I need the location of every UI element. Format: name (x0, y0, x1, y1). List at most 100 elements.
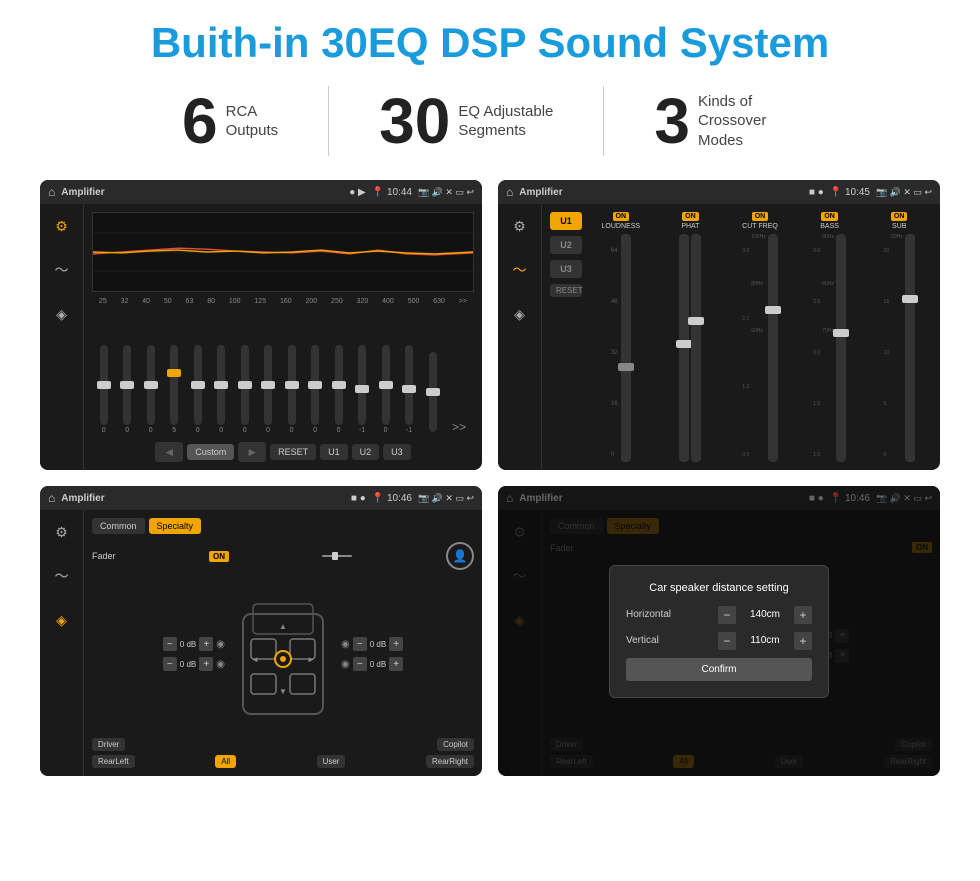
stat-number-crossover: 3 (654, 89, 690, 153)
svg-text:►: ► (307, 655, 315, 664)
topbar-title-dsp: Amplifier (519, 187, 562, 198)
dsp-presets[interactable]: U1 U2 U3 RESET (550, 212, 582, 462)
eq-next-btn[interactable]: ► (238, 442, 266, 462)
fader-driver-btn[interactable]: Driver (92, 738, 125, 751)
eq-custom-btn[interactable]: Custom (187, 444, 234, 460)
eq-reset-btn[interactable]: RESET (270, 444, 316, 460)
sidebar-speaker-icon: ◈ (48, 300, 76, 328)
screen-content-dsp: ⚙ 〜 ◈ U1 U2 U3 RESET (498, 204, 940, 470)
topbar-time-fader: 📍 10:46 (372, 493, 412, 504)
vol-plus-fl[interactable]: + (199, 637, 213, 651)
vol-value-rl: 0 dB (180, 660, 196, 669)
sidebar-fader-speaker: ◈ (48, 606, 76, 634)
dialog-vertical-row: Vertical − 110cm + (626, 632, 812, 650)
eq-slider-6: 0 (241, 345, 249, 434)
vol-control-fr[interactable]: ◉ − 0 dB + (341, 637, 403, 651)
fader-user-icon: 👤 (446, 542, 474, 570)
dsp-u2-btn[interactable]: U2 (550, 236, 582, 254)
eq-slider-10: 0 (335, 345, 343, 434)
vol-plus-rl[interactable]: + (199, 657, 213, 671)
eq-u2-btn[interactable]: U2 (352, 444, 380, 460)
page-title: Buith-in 30EQ DSP Sound System (40, 20, 940, 66)
dsp-main: U1 U2 U3 RESET ON LOUDNESS (542, 204, 940, 470)
dsp-name-phat: PHAT (681, 223, 699, 230)
fader-tab-specialty[interactable]: Specialty (149, 518, 202, 534)
dialog-horizontal-plus[interactable]: + (794, 606, 812, 624)
eq-slider-12: 0 (382, 345, 390, 434)
home-icon-dsp: ⌂ (506, 185, 513, 199)
dialog-vertical-minus[interactable]: − (718, 632, 736, 650)
fader-copilot-btn[interactable]: Copilot (437, 738, 474, 751)
screen-content-fader: ⚙ 〜 ◈ Common Specialty Fader ON (40, 510, 482, 776)
eq-bottom-bar[interactable]: ◄ Custom ► RESET U1 U2 U3 (92, 442, 474, 462)
dsp-scale-loudness: 644832160 (611, 234, 618, 462)
vol-minus-rr[interactable]: − (353, 657, 367, 671)
fader-bottom2[interactable]: RearLeft All User RearRight (92, 755, 474, 768)
sidebar-dsp: ⚙ 〜 ◈ (498, 204, 542, 470)
vol-control-rr[interactable]: ◉ − 0 dB + (341, 657, 403, 671)
topbar-icons-dsp: 📷 🔊 ✕ ▭ ↩ (876, 187, 932, 198)
speaker-controls-right[interactable]: ◉ − 0 dB + ◉ − 0 dB + (341, 637, 403, 671)
screen-content-eq: ⚙ 〜 ◈ (40, 204, 482, 470)
eq-main: 2532 4050 6380 100125 160200 250320 4005… (84, 204, 482, 470)
dsp-scale-cutfreq: 3.02.11.30.5 (742, 234, 749, 462)
home-icon: ⌂ (48, 185, 55, 199)
dialog-vertical-plus[interactable]: + (794, 632, 812, 650)
vol-minus-rl[interactable]: − (163, 657, 177, 671)
vol-value-fr: 0 dB (370, 640, 386, 649)
dialog-vertical-control[interactable]: − 110cm + (718, 632, 812, 650)
dialog-horizontal-row: Horizontal − 140cm + (626, 606, 812, 624)
eq-slider-8: 0 (288, 345, 296, 434)
eq-graph-svg (93, 213, 473, 291)
fader-user-btn[interactable]: User (317, 755, 346, 768)
fader-bottom[interactable]: Driver Copilot (92, 738, 474, 751)
screenshots-grid: ⌂ Amplifier ● ▶ 📍 10:44 📷 🔊 ✕ ▭ ↩ ⚙ 〜 ◈ (40, 180, 940, 776)
vol-value-fl: 0 dB (180, 640, 196, 649)
fader-rearright-btn[interactable]: RearRight (426, 755, 474, 768)
speaker-fr-icon: ◉ (341, 639, 350, 650)
stat-crossover: 3 Kinds ofCrossover Modes (604, 89, 848, 153)
eq-graph (92, 212, 474, 292)
vol-plus-fr[interactable]: + (389, 637, 403, 651)
eq-prev-btn[interactable]: ◄ (155, 442, 183, 462)
eq-u3-btn[interactable]: U3 (383, 444, 411, 460)
stat-rca: 6 RCAOutputs (132, 89, 328, 153)
dsp-slider-cutfreq (768, 234, 778, 462)
vol-minus-fr[interactable]: − (353, 637, 367, 651)
fader-main: Common Specialty Fader ON 👤 (84, 510, 482, 776)
dsp-slider-bass (836, 234, 846, 462)
home-icon-fader: ⌂ (48, 491, 55, 505)
dsp-reset-btn[interactable]: RESET (550, 284, 582, 297)
eq-freq-labels: 2532 4050 6380 100125 160200 250320 4005… (92, 298, 474, 305)
eq-slider-4: 0 (194, 345, 202, 434)
vol-control-fl[interactable]: − 0 dB + ◉ (163, 637, 225, 651)
fader-rearleft-btn[interactable]: RearLeft (92, 755, 135, 768)
sidebar-dsp-eq: ⚙ (506, 212, 534, 240)
dsp-on-bass: ON (821, 212, 838, 221)
dialog-confirm-btn[interactable]: Confirm (626, 658, 812, 681)
dsp-channel-loudness: ON LOUDNESS 644832160 (588, 212, 654, 462)
dsp-scale-sub: 20151050 (884, 234, 890, 462)
fader-all-btn[interactable]: All (215, 755, 236, 768)
stat-eq: 30 EQ AdjustableSegments (329, 89, 603, 153)
fader-tabs[interactable]: Common Specialty (92, 518, 474, 534)
dialog-horizontal-control[interactable]: − 140cm + (718, 606, 812, 624)
eq-slider-11: -1 (358, 345, 366, 434)
dsp-scale-bass-f: 3.02.52.01.51.0 (813, 234, 820, 462)
fader-tab-common[interactable]: Common (92, 518, 145, 534)
dsp-u3-btn[interactable]: U3 (550, 260, 582, 278)
vol-plus-rr[interactable]: + (389, 657, 403, 671)
vol-control-rl[interactable]: − 0 dB + ◉ (163, 657, 225, 671)
fader-label: Fader (92, 551, 116, 561)
eq-slider-9: 0 (311, 345, 319, 434)
topbar-eq: ⌂ Amplifier ● ▶ 📍 10:44 📷 🔊 ✕ ▭ ↩ (40, 180, 482, 204)
vol-minus-fl[interactable]: − (163, 637, 177, 651)
dsp-u1-btn[interactable]: U1 (550, 212, 582, 230)
eq-sliders: 0 0 0 5 (92, 309, 474, 438)
speaker-controls-left[interactable]: − 0 dB + ◉ − 0 dB + ◉ (163, 637, 225, 671)
fader-slider-icon (322, 550, 352, 562)
dialog-horizontal-minus[interactable]: − (718, 606, 736, 624)
eq-u1-btn[interactable]: U1 (320, 444, 348, 460)
dsp-channel-sub: ON SUB 20151050 60Hz (866, 212, 932, 462)
vol-value-rr: 0 dB (370, 660, 386, 669)
